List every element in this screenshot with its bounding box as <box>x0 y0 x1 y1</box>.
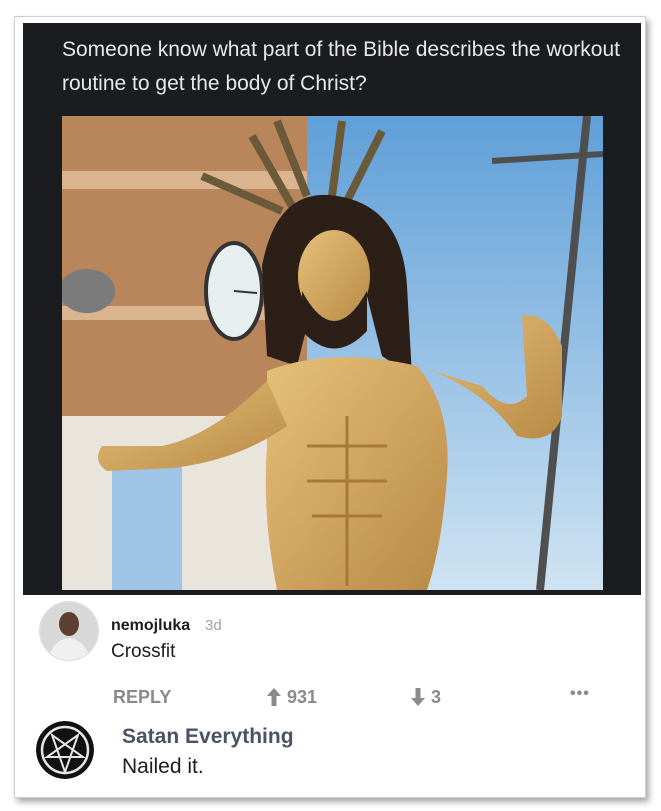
downvote-button[interactable]: 3 <box>411 687 441 711</box>
post-card: Someone know what part of the Bible desc… <box>23 23 641 595</box>
comment-actions: REPLY 931 3 ••• <box>23 685 641 711</box>
comment-username[interactable]: Satan Everything <box>122 725 294 749</box>
upvote-button[interactable]: 931 <box>267 687 317 711</box>
comment-username[interactable]: nemojluka <box>111 617 190 635</box>
upvote-count: 931 <box>287 687 318 707</box>
reply-button[interactable]: REPLY <box>113 687 171 708</box>
avatar[interactable] <box>36 721 94 779</box>
comment-text: Nailed it. <box>122 755 204 778</box>
upvote-icon <box>267 688 281 711</box>
more-options-icon[interactable]: ••• <box>570 685 590 703</box>
comment-text: Crossfit <box>111 641 176 662</box>
comment-age: 3d <box>205 617 222 634</box>
comment: Satan Everything Nailed it. <box>23 717 641 791</box>
downvote-count: 3 <box>431 687 442 707</box>
downvote-icon <box>411 688 425 711</box>
screenshot-frame: Someone know what part of the Bible desc… <box>14 16 646 798</box>
avatar[interactable] <box>39 601 99 661</box>
post-title: Someone know what part of the Bible desc… <box>62 38 620 95</box>
comment: nemojluka 3d Crossfit REPLY 931 3 ••• <box>23 599 641 714</box>
post-image[interactable] <box>62 116 603 590</box>
